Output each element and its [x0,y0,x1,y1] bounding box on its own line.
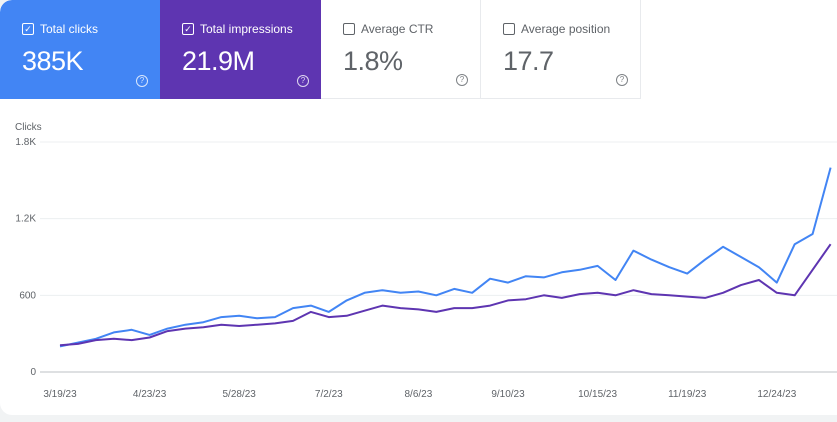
card-label: Average CTR [361,22,434,36]
y-tick-label: 1.8K [15,137,36,148]
performance-panel: ✓ Total clicks 385K ? ✓ Total impressions … [0,0,837,415]
card-value: 385K [22,46,84,76]
x-tick-label: 5/28/23 [223,389,257,400]
impressions-line [59,243,832,347]
checkbox-checked-icon[interactable]: ✓ [182,23,194,35]
help-icon[interactable]: ? [456,74,468,86]
card-value: 1.8% [343,46,403,76]
card-label: Total impressions [200,22,293,36]
x-tick-label: 8/6/23 [404,389,432,400]
y-tick-label: 0 [30,367,36,378]
x-tick-label: 7/2/23 [315,389,343,400]
x-tick-label: 3/19/23 [43,389,77,400]
total-impressions-card[interactable]: ✓ Total impressions 21.9M ? [160,0,321,99]
y-axis-label: Clicks [15,122,42,133]
y-tick-label: 600 [19,290,36,301]
x-tick-label: 12/24/23 [757,389,796,400]
checkbox-unchecked-icon[interactable] [503,23,515,35]
card-value: 17.7 [503,46,554,76]
help-icon[interactable]: ? [136,75,148,87]
x-tick-label: 4/23/23 [133,389,167,400]
total-clicks-card[interactable]: ✓ Total clicks 385K ? [0,0,160,99]
checkbox-checked-icon[interactable]: ✓ [22,23,34,35]
x-tick-label: 11/19/23 [668,389,707,400]
average-ctr-card[interactable]: Average CTR 1.8% ? [321,0,481,99]
help-icon[interactable]: ? [616,74,628,86]
metric-cards: ✓ Total clicks 385K ? ✓ Total impressions … [0,0,641,99]
average-position-card[interactable]: Average position 17.7 ? [481,0,641,99]
card-label: Average position [521,22,611,36]
y-tick-label: 1.2K [15,214,36,225]
card-value: 21.9M [182,46,255,76]
card-label: Total clicks [40,22,99,36]
clicks-line [59,167,832,348]
x-tick-label: 9/10/23 [491,389,525,400]
x-tick-label: 10/15/23 [578,389,617,400]
help-icon[interactable]: ? [297,75,309,87]
checkbox-unchecked-icon[interactable] [343,23,355,35]
performance-chart: Clicks 0 600 1.2K 1.8K 3/19/23 4/23/23 5/28/23… [15,122,837,400]
